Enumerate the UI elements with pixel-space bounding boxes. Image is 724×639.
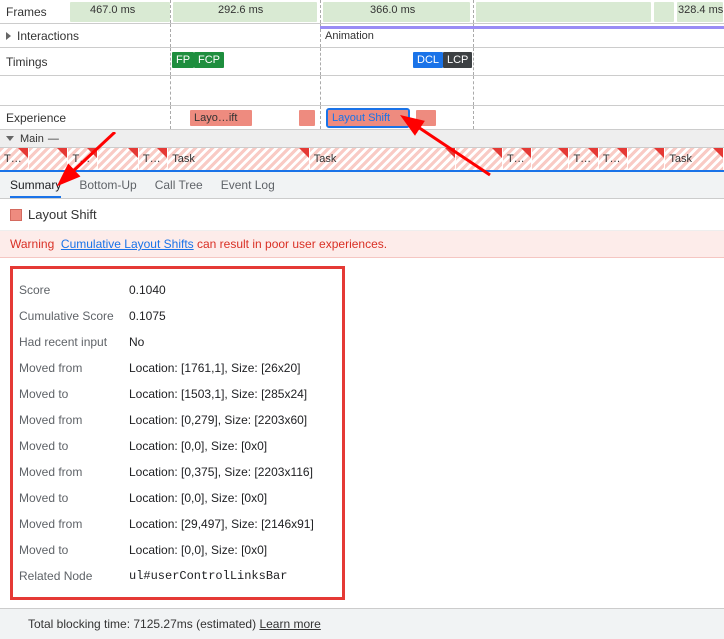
detail-row: Cumulative Score0.1075 [19,303,336,329]
detail-value: Location: [0,279], Size: [2203x60] [129,413,307,427]
experience-track[interactable]: Layo…ift Layout Shift [170,106,724,129]
experience-row: Experience Layo…ift Layout Shift [0,106,724,130]
dcl-badge[interactable]: DCL [413,52,443,68]
frames-row: Frames 467.0 ms 292.6 ms 366.0 ms 328.4 … [0,0,724,24]
detail-key: Moved from [19,361,129,375]
warning-link[interactable]: Cumulative Layout Shifts [61,237,194,251]
main-row[interactable]: Main — [0,130,724,148]
interactions-row: Interactions Animation [0,24,724,48]
footer-bar: Total blocking time: 7125.27ms (estimate… [0,608,724,639]
lcp-badge[interactable]: LCP [443,52,472,68]
detail-row: Moved toLocation: [0,0], Size: [0x0] [19,433,336,459]
detail-value: Location: [0,0], Size: [0x0] [129,439,267,453]
warning-row: Warning Cumulative Layout Shifts can res… [0,231,724,258]
detail-key: Moved to [19,491,129,505]
detail-key: Moved to [19,439,129,453]
interactions-label[interactable]: Interactions [0,29,170,43]
task-seg[interactable] [98,148,139,170]
detail-key: Moved from [19,517,129,531]
animation-label: Animation [325,30,374,42]
timings-label: Timings [0,55,170,69]
detail-value: Location: [1761,1], Size: [26x20] [129,361,300,375]
detail-value: Location: [1503,1], Size: [285x24] [129,387,307,401]
detail-key: Moved to [19,387,129,401]
layoutshift-selected[interactable]: Layout Shift [328,110,408,126]
detail-row: Moved fromLocation: [0,375], Size: [2203… [19,459,336,485]
frame-time-b: 292.6 ms [218,4,263,16]
layoutshift-trunc[interactable]: Layo…ift [190,110,252,126]
detail-row: Score0.1040 [19,277,336,303]
tasks-track[interactable]: T… T… T… Task Task T… T… T… Task [0,148,724,172]
detail-key: Moved from [19,413,129,427]
tab-summary[interactable]: Summary [10,178,61,192]
summary-title-row: Layout Shift [0,199,724,231]
detail-value: Location: [0,0], Size: [0x0] [129,491,267,505]
task-seg[interactable] [456,148,503,170]
detail-row: Moved fromLocation: [29,497], Size: [214… [19,511,336,537]
spacer-row [0,76,724,106]
detail-value: Location: [29,497], Size: [2146x91] [129,517,314,531]
summary-title: Layout Shift [28,207,97,222]
task-seg[interactable] [628,148,665,170]
task-seg[interactable]: T… [139,148,168,170]
detail-key: Cumulative Score [19,309,129,323]
tab-bottomup[interactable]: Bottom-Up [79,178,136,192]
task-seg[interactable]: Task [168,148,309,170]
timings-row: Timings FP FCP DCL LCP [0,48,724,76]
task-seg[interactable]: T… [569,148,598,170]
task-seg[interactable] [29,148,68,170]
frame-time-d: 328.4 ms [678,4,723,16]
frame-time-c: 366.0 ms [370,4,415,16]
related-node-value[interactable]: ul#userControlLinksBar [129,569,287,583]
experience-label: Experience [0,111,170,125]
detail-value: 0.1040 [129,283,166,297]
frame-time-a: 467.0 ms [90,4,135,16]
task-seg[interactable]: T… [599,148,628,170]
layoutshift-small[interactable] [299,110,315,126]
detail-value: No [129,335,144,349]
detail-value: Location: [0,375], Size: [2203x116] [129,465,313,479]
task-seg[interactable]: T… [503,148,532,170]
details-box: Score0.1040Cumulative Score0.1075Had rec… [10,266,345,600]
detail-row: Moved fromLocation: [1761,1], Size: [26x… [19,355,336,381]
detail-key: Score [19,283,129,297]
detail-row: Moved toLocation: [1503,1], Size: [285x2… [19,381,336,407]
related-node-row: Related Node ul#userControlLinksBar [19,563,336,589]
task-seg[interactable] [532,148,569,170]
expand-icon[interactable] [6,32,11,40]
tab-eventlog[interactable]: Event Log [221,178,275,192]
color-swatch [10,209,22,221]
warning-suffix: can result in poor user experiences. [194,237,387,251]
related-node-key: Related Node [19,569,129,583]
task-seg[interactable]: T… [0,148,29,170]
detail-value: 0.1075 [129,309,166,323]
tab-calltree[interactable]: Call Tree [155,178,203,192]
detail-value: Location: [0,0], Size: [0x0] [129,543,267,557]
detail-key: Moved from [19,465,129,479]
detail-row: Moved fromLocation: [0,279], Size: [2203… [19,407,336,433]
collapse-icon[interactable] [6,136,14,141]
task-seg[interactable]: Task [665,148,724,170]
frames-track[interactable]: 467.0 ms 292.6 ms 366.0 ms 328.4 ms [170,0,724,23]
task-seg[interactable]: T… [68,148,97,170]
detail-key: Moved to [19,543,129,557]
details-tabs: Summary Bottom-Up Call Tree Event Log [0,172,724,199]
task-seg[interactable]: Task [310,148,456,170]
interactions-track[interactable]: Animation [170,24,724,47]
warning-prefix: Warning [10,237,54,251]
fcp-badge[interactable]: FCP [194,52,224,68]
detail-row: Had recent inputNo [19,329,336,355]
fp-badge[interactable]: FP [172,52,194,68]
timings-track[interactable]: FP FCP DCL LCP [170,48,724,75]
detail-key: Had recent input [19,335,129,349]
detail-row: Moved toLocation: [0,0], Size: [0x0] [19,537,336,563]
detail-row: Moved toLocation: [0,0], Size: [0x0] [19,485,336,511]
layoutshift-small2[interactable] [416,110,436,126]
